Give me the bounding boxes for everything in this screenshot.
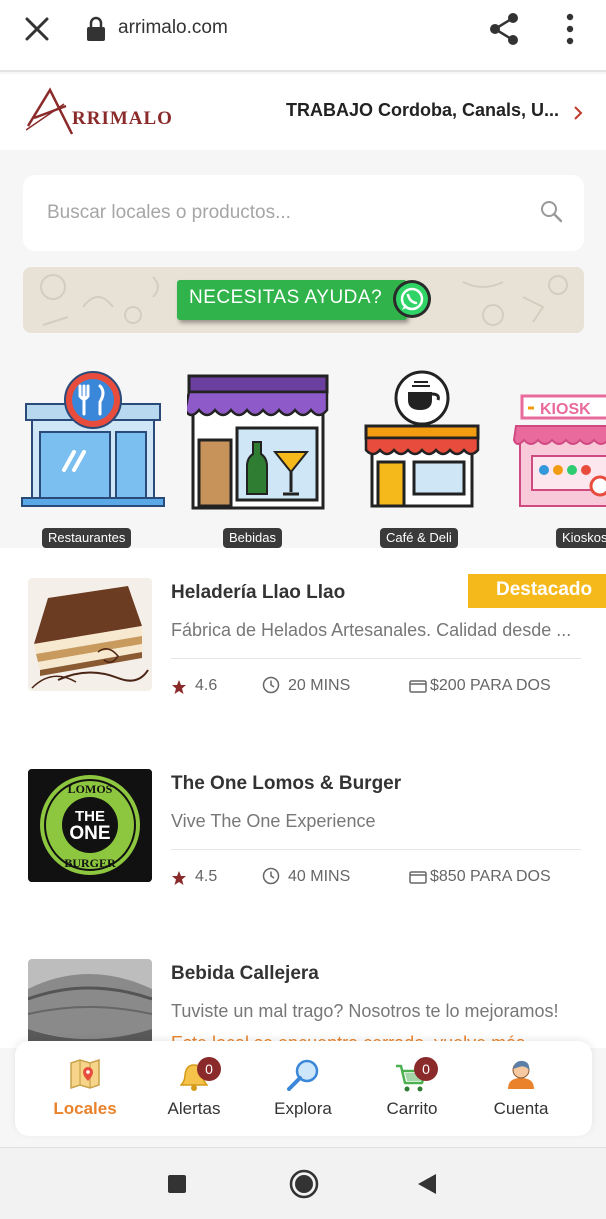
search-placeholder: Buscar locales o productos... [47, 202, 291, 223]
svg-text:ONE: ONE [69, 823, 110, 844]
restaurant-card[interactable]: Heladería Llao Llao Fábrica de Helados A… [0, 548, 606, 738]
share-icon[interactable] [488, 12, 520, 46]
recents-icon[interactable] [166, 1173, 188, 1195]
svg-text:BURGER: BURGER [64, 856, 116, 870]
restaurant-photo [28, 959, 152, 1048]
restaurant-description: Tuviste un mal trago? Nosotros te lo mej… [171, 1001, 559, 1021]
arrimalo-logo[interactable]: RRIMALO [26, 86, 196, 138]
restaurant-name[interactable]: Heladería Llao Llao [171, 582, 345, 604]
android-navigation-bar [0, 1147, 606, 1219]
user-icon [508, 1060, 534, 1089]
nav-label: Carrito [386, 1099, 438, 1118]
restaurant-photo [28, 578, 152, 691]
category-carousel[interactable]: Restaurantes Bebidas Café & Deli KIOSK K… [0, 350, 606, 548]
search-input[interactable]: Buscar locales o productos... [23, 175, 584, 251]
price-for-two: $200 PARA DOS [430, 677, 551, 694]
browser-toolbar: arrimalo.com [0, 0, 606, 72]
category-kioskos[interactable]: KIOSK Kioskos [512, 370, 606, 548]
rating-value: 4.6 [195, 677, 218, 694]
chevron-right-icon[interactable] [572, 104, 584, 122]
bottom-navigation: Locales 0 Alertas Explora 0 Carrito Cuen… [15, 1041, 592, 1136]
wallet-icon [409, 871, 427, 884]
svg-text:LOMOS: LOMOS [68, 782, 113, 796]
star-icon [172, 871, 186, 885]
nav-alertas[interactable]: 0 Alertas [139, 1041, 249, 1136]
drinks-store-icon [187, 374, 329, 510]
restaurant-card[interactable]: Bebida Callejera Tuviste un mal trago? N… [0, 929, 606, 1048]
star-icon [172, 680, 186, 694]
nav-explora[interactable]: Explora [248, 1041, 358, 1136]
url-text[interactable]: arrimalo.com [118, 17, 228, 39]
more-vert-icon[interactable] [562, 12, 578, 46]
price-for-two: $850 PARA DOS [430, 868, 551, 885]
nav-label: Alertas [167, 1099, 221, 1118]
magnifier-icon [287, 1059, 319, 1091]
map-icon [70, 1059, 100, 1089]
search-icon[interactable] [539, 199, 563, 223]
home-icon[interactable] [289, 1169, 319, 1199]
back-icon[interactable] [416, 1172, 438, 1196]
clock-icon [262, 676, 280, 694]
divider [171, 849, 581, 850]
delivery-location[interactable]: TRABAJO Cordoba, Canals, U... [286, 100, 559, 121]
restaurant-list: Heladería Llao Llao Fábrica de Helados A… [0, 548, 606, 1048]
whatsapp-icon[interactable] [391, 278, 433, 320]
category-cafe-deli[interactable]: Café & Deli [362, 370, 512, 548]
nav-cuenta[interactable]: Cuenta [466, 1041, 576, 1136]
restaurant-icon [21, 371, 165, 507]
delivery-time: 40 MINS [288, 868, 351, 885]
category-label: Bebidas [223, 528, 282, 548]
divider [171, 658, 581, 659]
restaurant-description: Vive The One Experience [171, 811, 376, 831]
rating-value: 4.5 [195, 868, 218, 885]
app-header: RRIMALO TRABAJO Cordoba, Canals, U... [0, 74, 606, 150]
category-label: Restaurantes [42, 528, 132, 548]
featured-badge-label: Destacado [496, 579, 593, 600]
kiosk-icon: KIOSK [512, 394, 606, 507]
cart-count-badge: 0 [414, 1057, 438, 1081]
nav-label: Locales [53, 1099, 117, 1118]
svg-text:RRIMALO: RRIMALO [72, 108, 173, 129]
help-banner[interactable]: NECESITAS AYUDA? [23, 267, 584, 333]
category-restaurantes[interactable]: Restaurantes [20, 370, 170, 548]
lock-icon [87, 16, 105, 41]
notification-count-badge: 0 [197, 1057, 221, 1081]
category-bebidas[interactable]: Bebidas [187, 370, 337, 548]
help-button-label[interactable]: NECESITAS AYUDA? [189, 287, 382, 309]
restaurant-name[interactable]: The One Lomos & Burger [171, 773, 401, 795]
clock-icon [262, 867, 280, 885]
close-icon[interactable] [22, 14, 52, 44]
nav-carrito[interactable]: 0 Carrito [357, 1041, 467, 1136]
category-label: Café & Deli [380, 528, 458, 548]
wallet-icon [409, 680, 427, 693]
nav-locales[interactable]: Locales [30, 1041, 140, 1136]
restaurant-description: Fábrica de Helados Artesanales. Calidad … [171, 620, 572, 640]
delivery-time: 20 MINS [288, 677, 351, 694]
category-label: Kioskos [556, 528, 606, 548]
nav-label: Explora [274, 1099, 332, 1118]
svg-text:KIOSK: KIOSK [540, 401, 591, 418]
cafe-icon [364, 370, 480, 508]
restaurant-logo: LOMOS THE ONE BURGER [28, 769, 152, 882]
restaurant-name[interactable]: Bebida Callejera [171, 963, 319, 985]
restaurant-card[interactable]: LOMOS THE ONE BURGER The One Lomos & Bur… [0, 739, 606, 929]
nav-label: Cuenta [493, 1099, 549, 1118]
